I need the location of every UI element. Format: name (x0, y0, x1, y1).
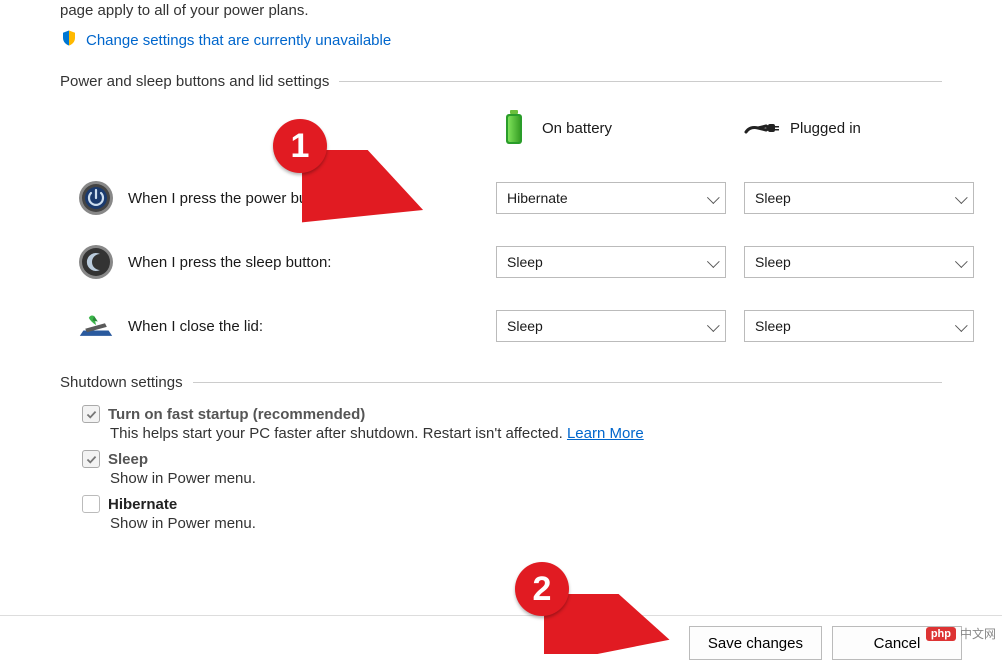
hibernate-desc: Show in Power menu. (110, 515, 942, 532)
sleep-button-row-label: When I press the sleep button: (78, 244, 478, 280)
lid-battery-select[interactable]: Sleep (496, 310, 726, 342)
column-header-battery: On battery (496, 104, 726, 152)
learn-more-link[interactable]: Learn More (567, 425, 644, 442)
shutdown-group-header: Shutdown settings (60, 374, 942, 391)
moon-icon (78, 244, 114, 280)
laptop-lid-icon (78, 308, 114, 344)
power-button-row-label: When I press the power button: (78, 180, 478, 216)
intro-text: page apply to all of your power plans. (60, 2, 942, 19)
sleep-option: Sleep Show in Power menu. (82, 450, 942, 487)
callout-1: 1 (273, 119, 327, 173)
battery-icon (496, 110, 532, 146)
lid-row-label: When I close the lid: (78, 308, 478, 344)
fast-startup-title: Turn on fast startup (recommended) (108, 406, 365, 423)
lid-plugged-select[interactable]: Sleep (744, 310, 974, 342)
power-button-plugged-select[interactable]: Sleep (744, 182, 974, 214)
change-settings-link[interactable]: Change settings that are currently unava… (86, 32, 391, 49)
sleep-checkbox[interactable] (82, 450, 100, 468)
fast-startup-desc: This helps start your PC faster after sh… (110, 425, 942, 442)
plugged-label: Plugged in (790, 120, 861, 137)
hibernate-title: Hibernate (108, 496, 177, 513)
power-buttons-group-header: Power and sleep buttons and lid settings (60, 73, 942, 90)
bottom-bar: Save changes Cancel (0, 615, 1002, 670)
plug-icon (744, 110, 780, 146)
battery-label: On battery (542, 120, 612, 137)
group-title: Power and sleep buttons and lid settings (60, 73, 329, 90)
save-changes-button[interactable]: Save changes (689, 626, 822, 660)
callout-2: 2 (515, 562, 569, 616)
sleep-desc: Show in Power menu. (110, 470, 942, 487)
column-header-plugged: Plugged in (744, 104, 974, 152)
sleep-button-battery-select[interactable]: Sleep (496, 246, 726, 278)
watermark: php中文网 (926, 625, 996, 642)
power-button-battery-select[interactable]: Hibernate (496, 182, 726, 214)
shield-icon (60, 29, 78, 51)
hibernate-checkbox[interactable] (82, 495, 100, 513)
sleep-title: Sleep (108, 451, 148, 468)
sleep-button-plugged-select[interactable]: Sleep (744, 246, 974, 278)
fast-startup-option: Turn on fast startup (recommended) This … (82, 405, 942, 442)
group-title: Shutdown settings (60, 374, 183, 391)
hibernate-option: Hibernate Show in Power menu. (82, 495, 942, 532)
power-icon (78, 180, 114, 216)
fast-startup-checkbox[interactable] (82, 405, 100, 423)
